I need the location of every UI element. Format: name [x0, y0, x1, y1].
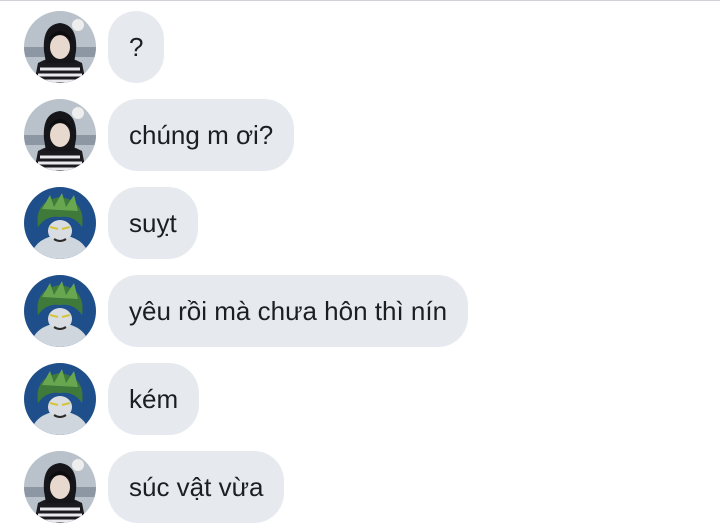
message-row: chúng m ơi? — [24, 99, 295, 171]
message-row: suỵt — [24, 187, 198, 259]
message-bubble[interactable]: suỵt — [108, 187, 198, 259]
message-row: ? — [24, 11, 165, 83]
message-row: kém — [24, 363, 200, 435]
message-row: yêu rồi mà chưa hôn thì nín — [24, 275, 469, 347]
message-bubble[interactable]: kém — [108, 363, 200, 435]
sender-avatar[interactable] — [24, 451, 96, 523]
message-bubble[interactable]: chúng m ơi? — [108, 99, 295, 171]
sender-avatar[interactable] — [24, 187, 96, 259]
message-bubble[interactable]: yêu rồi mà chưa hôn thì nín — [108, 275, 469, 347]
sender-avatar[interactable] — [24, 363, 96, 435]
message-row: súc vật vừa — [24, 451, 285, 523]
sender-avatar[interactable] — [24, 11, 96, 83]
sender-avatar[interactable] — [24, 275, 96, 347]
message-bubble[interactable]: ? — [108, 11, 165, 83]
sender-avatar[interactable] — [24, 99, 96, 171]
message-bubble[interactable]: súc vật vừa — [108, 451, 285, 523]
chat-message-list[interactable]: ? chúng m ơi? suỵt yêu rồi mà chưa hôn t… — [0, 0, 720, 523]
